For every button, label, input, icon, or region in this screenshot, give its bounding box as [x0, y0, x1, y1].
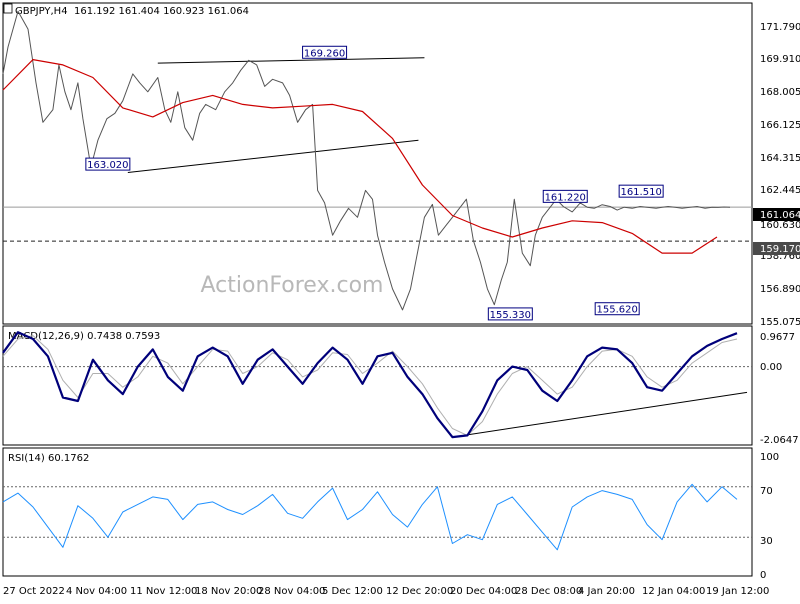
support-tag-text: 159.170	[760, 244, 800, 255]
chart-svg: GBPJPY,H4 161.192 161.404 160.923 161.06…	[2, 2, 800, 597]
x-tick-label: 19 Jan 12:00	[706, 586, 769, 597]
moving-average-series	[2, 58, 718, 254]
x-tick-label: 28 Nov 04:00	[258, 586, 325, 597]
rsi-tick-label: 30	[760, 536, 773, 547]
x-tick-label: 27 Oct 2022	[3, 586, 65, 597]
x-tick-label: 18 Nov 20:00	[195, 586, 262, 597]
rsi-tick-label: 100	[760, 452, 779, 463]
x-tick-label: 11 Nov 12:00	[130, 586, 197, 597]
price-annotation-label: 161.220	[545, 192, 586, 203]
price-annotation-label: 155.330	[490, 310, 531, 321]
chart-root: GBPJPY,H4 161.192 161.404 160.923 161.06…	[0, 0, 800, 600]
price-tick-label: 168.005	[760, 87, 800, 98]
ohlc-label: 161.192 161.404 160.923 161.064	[74, 6, 249, 17]
macd-trendline	[452, 391, 748, 438]
x-tick-label: 4 Nov 04:00	[66, 586, 127, 597]
symbol-icon-box	[3, 3, 13, 14]
rsi-title: RSI(14) 60.1762	[8, 453, 89, 464]
price-annotation-label: 155.620	[597, 305, 638, 316]
price-tick-label: 171.790	[760, 22, 800, 33]
macd-tick-label: -2.0647	[760, 435, 799, 446]
x-tick-label: 12 Jan 04:00	[642, 586, 705, 597]
rsi-tick-label: 0	[760, 570, 766, 581]
macd-tick-label: 0.00	[760, 362, 782, 373]
current-price-tag-text: 161.064	[760, 210, 800, 221]
price-tick-label: 162.445	[760, 185, 800, 196]
watermark: ActionForex.com	[201, 273, 384, 298]
trendline	[127, 139, 419, 173]
macd-series	[2, 331, 738, 439]
price-tick-label: 155.075	[760, 317, 800, 328]
price-annotation-label: 169.260	[304, 48, 345, 59]
price-tick-label: 156.890	[760, 284, 800, 295]
x-tick-label: 4 Jan 20:00	[578, 586, 635, 597]
symbol-label: GBPJPY,H4	[15, 6, 68, 17]
macd-panel-frame	[2, 325, 753, 446]
x-tick-label: 20 Dec 04:00	[450, 586, 517, 597]
price-tick-label: 166.125	[760, 120, 800, 131]
price-tick-label: 160.630	[760, 220, 800, 231]
price-annotation-label: 163.020	[87, 160, 128, 171]
price-tick-label: 164.315	[760, 153, 800, 164]
x-tick-label: 5 Dec 12:00	[322, 586, 383, 597]
price-annotation-label: 161.510	[620, 187, 661, 198]
rsi-tick-label: 70	[760, 486, 773, 497]
rsi-series	[2, 483, 738, 551]
price-tick-label: 169.910	[760, 54, 800, 65]
macd-tick-label: 0.9677	[760, 332, 795, 343]
x-tick-label: 28 Dec 08:00	[515, 586, 582, 597]
x-tick-label: 12 Dec 20:00	[386, 586, 453, 597]
trendline	[157, 57, 425, 64]
